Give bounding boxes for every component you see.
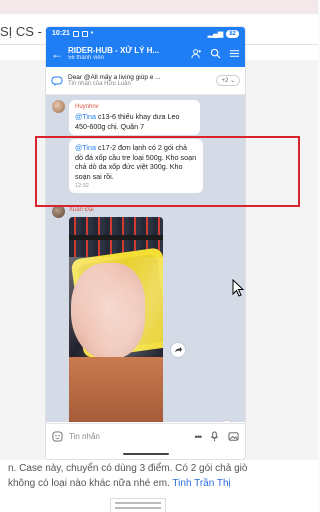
battery-indicator: 82 bbox=[226, 29, 239, 38]
pinned-message-from: Tin nhắn của Hữu Luân bbox=[68, 81, 131, 87]
notification-icon bbox=[72, 30, 79, 37]
add-member-icon[interactable] bbox=[191, 48, 202, 59]
background-top-bar bbox=[0, 0, 318, 14]
status-bar: 10:21 • ▂▄▆ 82 bbox=[46, 27, 245, 40]
mention[interactable]: @Tina bbox=[75, 112, 96, 121]
message-photo[interactable] bbox=[69, 217, 163, 422]
notification-icon-2 bbox=[81, 30, 88, 37]
pinned-message-text: Dear @All mấy a living giúp e ... bbox=[68, 74, 161, 81]
message-input[interactable]: Tin nhắn bbox=[63, 432, 195, 441]
chat-header: ← RIDER-HUB - XỬ LÝ H... 56 thành viên bbox=[46, 40, 245, 67]
background-text-line-2: không có loại nào khác nữa nhé em. Tinh … bbox=[8, 478, 231, 489]
photo-cloth bbox=[69, 357, 163, 422]
background-mention-link[interactable]: Tinh Trần Thị bbox=[172, 478, 230, 489]
background-title: SỊ CS - bbox=[0, 24, 42, 39]
microphone-icon[interactable] bbox=[210, 431, 219, 442]
photo-shelf-bar bbox=[69, 235, 163, 240]
image-icon[interactable] bbox=[228, 431, 239, 442]
background-text-line-1: n. Case này, chuyển có dùng 3 điểm. Có 2… bbox=[8, 463, 248, 474]
avatar[interactable] bbox=[52, 100, 65, 113]
background-thumbnail[interactable] bbox=[110, 498, 166, 512]
share-button[interactable] bbox=[171, 343, 185, 357]
pinned-more-button[interactable]: +2 ⌄ bbox=[216, 75, 240, 86]
chat-title-block[interactable]: RIDER-HUB - XỬ LÝ H... 56 thành viên bbox=[65, 46, 191, 61]
signal-icon: ▂▄▆ bbox=[207, 30, 224, 38]
chat-title: RIDER-HUB - XỬ LÝ H... bbox=[68, 46, 160, 55]
chat-member-count: 56 thành viên bbox=[68, 55, 105, 61]
message-bubble[interactable]: Huynhnv @Tina c13-6 thiếu khay dưa Leo 4… bbox=[69, 100, 200, 135]
message-sender: Huynhnv bbox=[75, 104, 99, 110]
background-text-line-2-body: không có loại nào khác nữa nhé em. bbox=[8, 478, 170, 489]
mouse-cursor-icon bbox=[232, 279, 244, 297]
photo-plastic-wrap bbox=[69, 257, 163, 357]
back-arrow-icon[interactable]: ← bbox=[51, 47, 65, 61]
emoji-icon[interactable] bbox=[52, 431, 63, 442]
share-arrow-icon bbox=[175, 347, 182, 352]
annotation-highlight-box bbox=[35, 136, 300, 207]
system-nav-bar bbox=[46, 449, 245, 459]
more-options-icon[interactable]: ••• bbox=[195, 432, 203, 442]
message-sender: Xuân Đại bbox=[69, 207, 94, 213]
status-time: 10:21 bbox=[52, 30, 70, 37]
message-text: @Tina c13-6 thiếu khay dưa Leo 450-600g … bbox=[75, 112, 194, 131]
menu-icon[interactable] bbox=[229, 48, 240, 59]
scroll-down-button[interactable] bbox=[220, 421, 234, 422]
message-input-bar: Tin nhắn ••• bbox=[46, 423, 245, 449]
pinned-message-icon bbox=[51, 76, 63, 86]
phone-screen: 10:21 • ▂▄▆ 82 ← RIDER-HUB - XỬ LÝ H... … bbox=[46, 27, 245, 459]
home-indicator[interactable] bbox=[122, 453, 169, 455]
search-icon[interactable] bbox=[210, 48, 221, 59]
pinned-message-bar[interactable]: Dear @All mấy a living giúp e ... Tin nh… bbox=[46, 67, 245, 95]
dot-icon: • bbox=[90, 30, 94, 37]
